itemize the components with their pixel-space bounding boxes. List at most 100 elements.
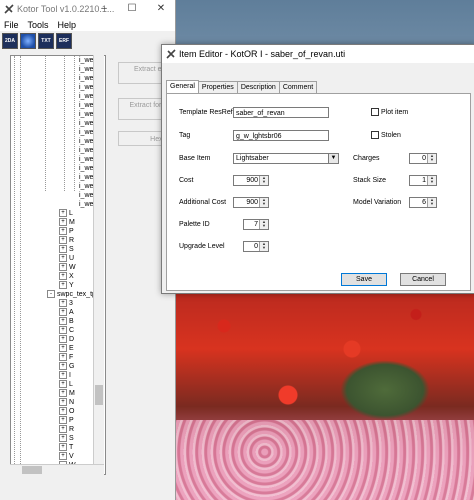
globe-icon[interactable] [20, 33, 36, 49]
collapse-icon[interactable]: - [47, 290, 55, 299]
expand-icon[interactable]: + [59, 416, 67, 425]
expand-icon[interactable]: + [59, 344, 67, 353]
tree-vertical-scrollbar[interactable] [93, 55, 104, 473]
expand-icon[interactable]: + [59, 299, 67, 308]
tree-item-folder[interactable]: + D [59, 335, 74, 344]
save-button[interactable]: Save [341, 273, 387, 286]
dialog-titlebar[interactable]: Item Editor - KotOR I - saber_of_revan.u… [162, 45, 474, 63]
expand-icon[interactable]: + [59, 308, 67, 317]
expand-icon[interactable]: + [59, 263, 67, 272]
tab-general[interactable]: General [166, 80, 199, 93]
resource-tree[interactable]: i_we... i_we... i_we... i_we... i_we... i_we.… [10, 55, 106, 475]
expand-icon[interactable]: + [59, 425, 67, 434]
expand-icon[interactable]: + [59, 317, 67, 326]
expand-icon[interactable]: + [59, 362, 67, 371]
spin-arrows[interactable]: ▲ ▼ [427, 154, 436, 163]
tree-item-folder[interactable]: + B [59, 317, 74, 326]
chevron-down-icon[interactable]: ▼ [328, 154, 338, 163]
tree-item-folder[interactable]: + W [59, 263, 76, 272]
tree-item-folder[interactable]: + U [59, 254, 74, 263]
kotor-tool-titlebar[interactable]: Kotor Tool v1.0.2210.1... – ☐ ✕ [0, 0, 175, 18]
tree-item-folder[interactable]: + T [59, 443, 73, 452]
expand-icon[interactable]: + [59, 254, 67, 263]
expand-icon[interactable]: + [59, 443, 67, 452]
tree-item-folder[interactable]: + E [59, 344, 74, 353]
cost-stepper[interactable]: 900 ▲ ▼ [233, 175, 269, 186]
expand-icon[interactable]: + [59, 371, 67, 380]
down-arrow-icon[interactable]: ▼ [428, 180, 436, 184]
down-arrow-icon[interactable]: ▼ [260, 246, 268, 250]
cancel-button[interactable]: Cancel [400, 273, 446, 286]
close-button[interactable]: ✕ [153, 2, 169, 16]
tree-horizontal-scrollbar[interactable] [10, 464, 104, 475]
stack-size-stepper[interactable]: 1 ▲ ▼ [409, 175, 437, 186]
base-item-select[interactable]: Lightsaber ▼ [233, 153, 339, 164]
expand-icon[interactable]: + [59, 272, 67, 281]
expand-icon[interactable]: + [59, 407, 67, 416]
menu-help[interactable]: Help [58, 20, 77, 30]
tree-item-folder[interactable]: + A [59, 308, 74, 317]
2da-editor-button[interactable]: 2DA [2, 33, 18, 49]
tree-item-folder[interactable]: + R [59, 236, 74, 245]
template-resref-field[interactable]: saber_of_revan [233, 107, 329, 118]
expand-icon[interactable]: + [59, 245, 67, 254]
tab-comment[interactable]: Comment [278, 81, 318, 93]
tag-field[interactable]: g_w_lghtsbr06 [233, 130, 329, 141]
scroll-thumb[interactable] [22, 466, 42, 474]
tree-item-folder[interactable]: + G [59, 362, 74, 371]
model-variation-stepper[interactable]: 6 ▲ ▼ [409, 197, 437, 208]
tree-item-folder[interactable]: +3 [59, 299, 73, 308]
expand-icon[interactable]: + [59, 452, 67, 461]
tree-item-folder[interactable]: + V [59, 452, 74, 461]
spin-arrows[interactable]: ▲ ▼ [259, 220, 268, 229]
spin-arrows[interactable]: ▲ ▼ [259, 198, 268, 207]
expand-icon[interactable]: + [59, 380, 67, 389]
menu-tools[interactable]: Tools [28, 20, 49, 30]
palette-id-stepper[interactable]: 7 ▲ ▼ [243, 219, 269, 230]
tree-item-folder[interactable]: + I [59, 371, 71, 380]
expand-icon[interactable]: + [59, 281, 67, 290]
tree-item-folder[interactable]: + O [59, 407, 74, 416]
scroll-thumb[interactable] [95, 385, 103, 405]
tree-item-folder[interactable]: + Y [59, 281, 74, 290]
tree-item-folder[interactable]: + P [59, 227, 74, 236]
tree-item-folder[interactable]: + R [59, 425, 74, 434]
tree-item-folder[interactable]: + X [59, 272, 74, 281]
spin-arrows[interactable]: ▲ ▼ [259, 242, 268, 251]
plot-item-checkbox[interactable] [371, 108, 379, 116]
down-arrow-icon[interactable]: ▼ [260, 180, 268, 184]
expand-icon[interactable]: + [59, 227, 67, 236]
tree-item-folder[interactable]: + C [59, 326, 74, 335]
tab-description[interactable]: Description [236, 81, 280, 93]
minimize-button[interactable]: – [96, 2, 112, 16]
charges-stepper[interactable]: 0 ▲ ▼ [409, 153, 437, 164]
tree-item-folder[interactable]: + M [59, 218, 75, 227]
down-arrow-icon[interactable]: ▼ [428, 158, 436, 162]
spin-arrows[interactable]: ▲ ▼ [259, 176, 268, 185]
expand-icon[interactable]: + [59, 389, 67, 398]
expand-icon[interactable]: + [59, 209, 67, 218]
maximize-button[interactable]: ☐ [124, 2, 140, 16]
expand-icon[interactable]: + [59, 236, 67, 245]
txt-editor-button[interactable]: TXT [38, 33, 54, 49]
tree-item-folder[interactable]: + N [59, 398, 74, 407]
expand-icon[interactable]: + [59, 434, 67, 443]
tree-item-folder[interactable]: + L [59, 380, 73, 389]
expand-icon[interactable]: + [59, 335, 67, 344]
expand-icon[interactable]: + [59, 398, 67, 407]
expand-icon[interactable]: + [59, 326, 67, 335]
menu-file[interactable]: File [4, 20, 19, 30]
tree-item-folder[interactable]: + M [59, 389, 75, 398]
tree-item-folder[interactable]: + F [59, 353, 73, 362]
stolen-checkbox[interactable] [371, 131, 379, 139]
spin-arrows[interactable]: ▲ ▼ [427, 176, 436, 185]
tree-item-folder[interactable]: + S [59, 434, 74, 443]
additional-cost-stepper[interactable]: 900 ▲ ▼ [233, 197, 269, 208]
upgrade-level-stepper[interactable]: 0 ▲ ▼ [243, 241, 269, 252]
tree-item-folder[interactable]: + L [59, 209, 73, 218]
down-arrow-icon[interactable]: ▼ [428, 202, 436, 206]
tree-item-folder[interactable]: + S [59, 245, 74, 254]
expand-icon[interactable]: + [59, 353, 67, 362]
down-arrow-icon[interactable]: ▼ [260, 224, 268, 228]
down-arrow-icon[interactable]: ▼ [260, 202, 268, 206]
